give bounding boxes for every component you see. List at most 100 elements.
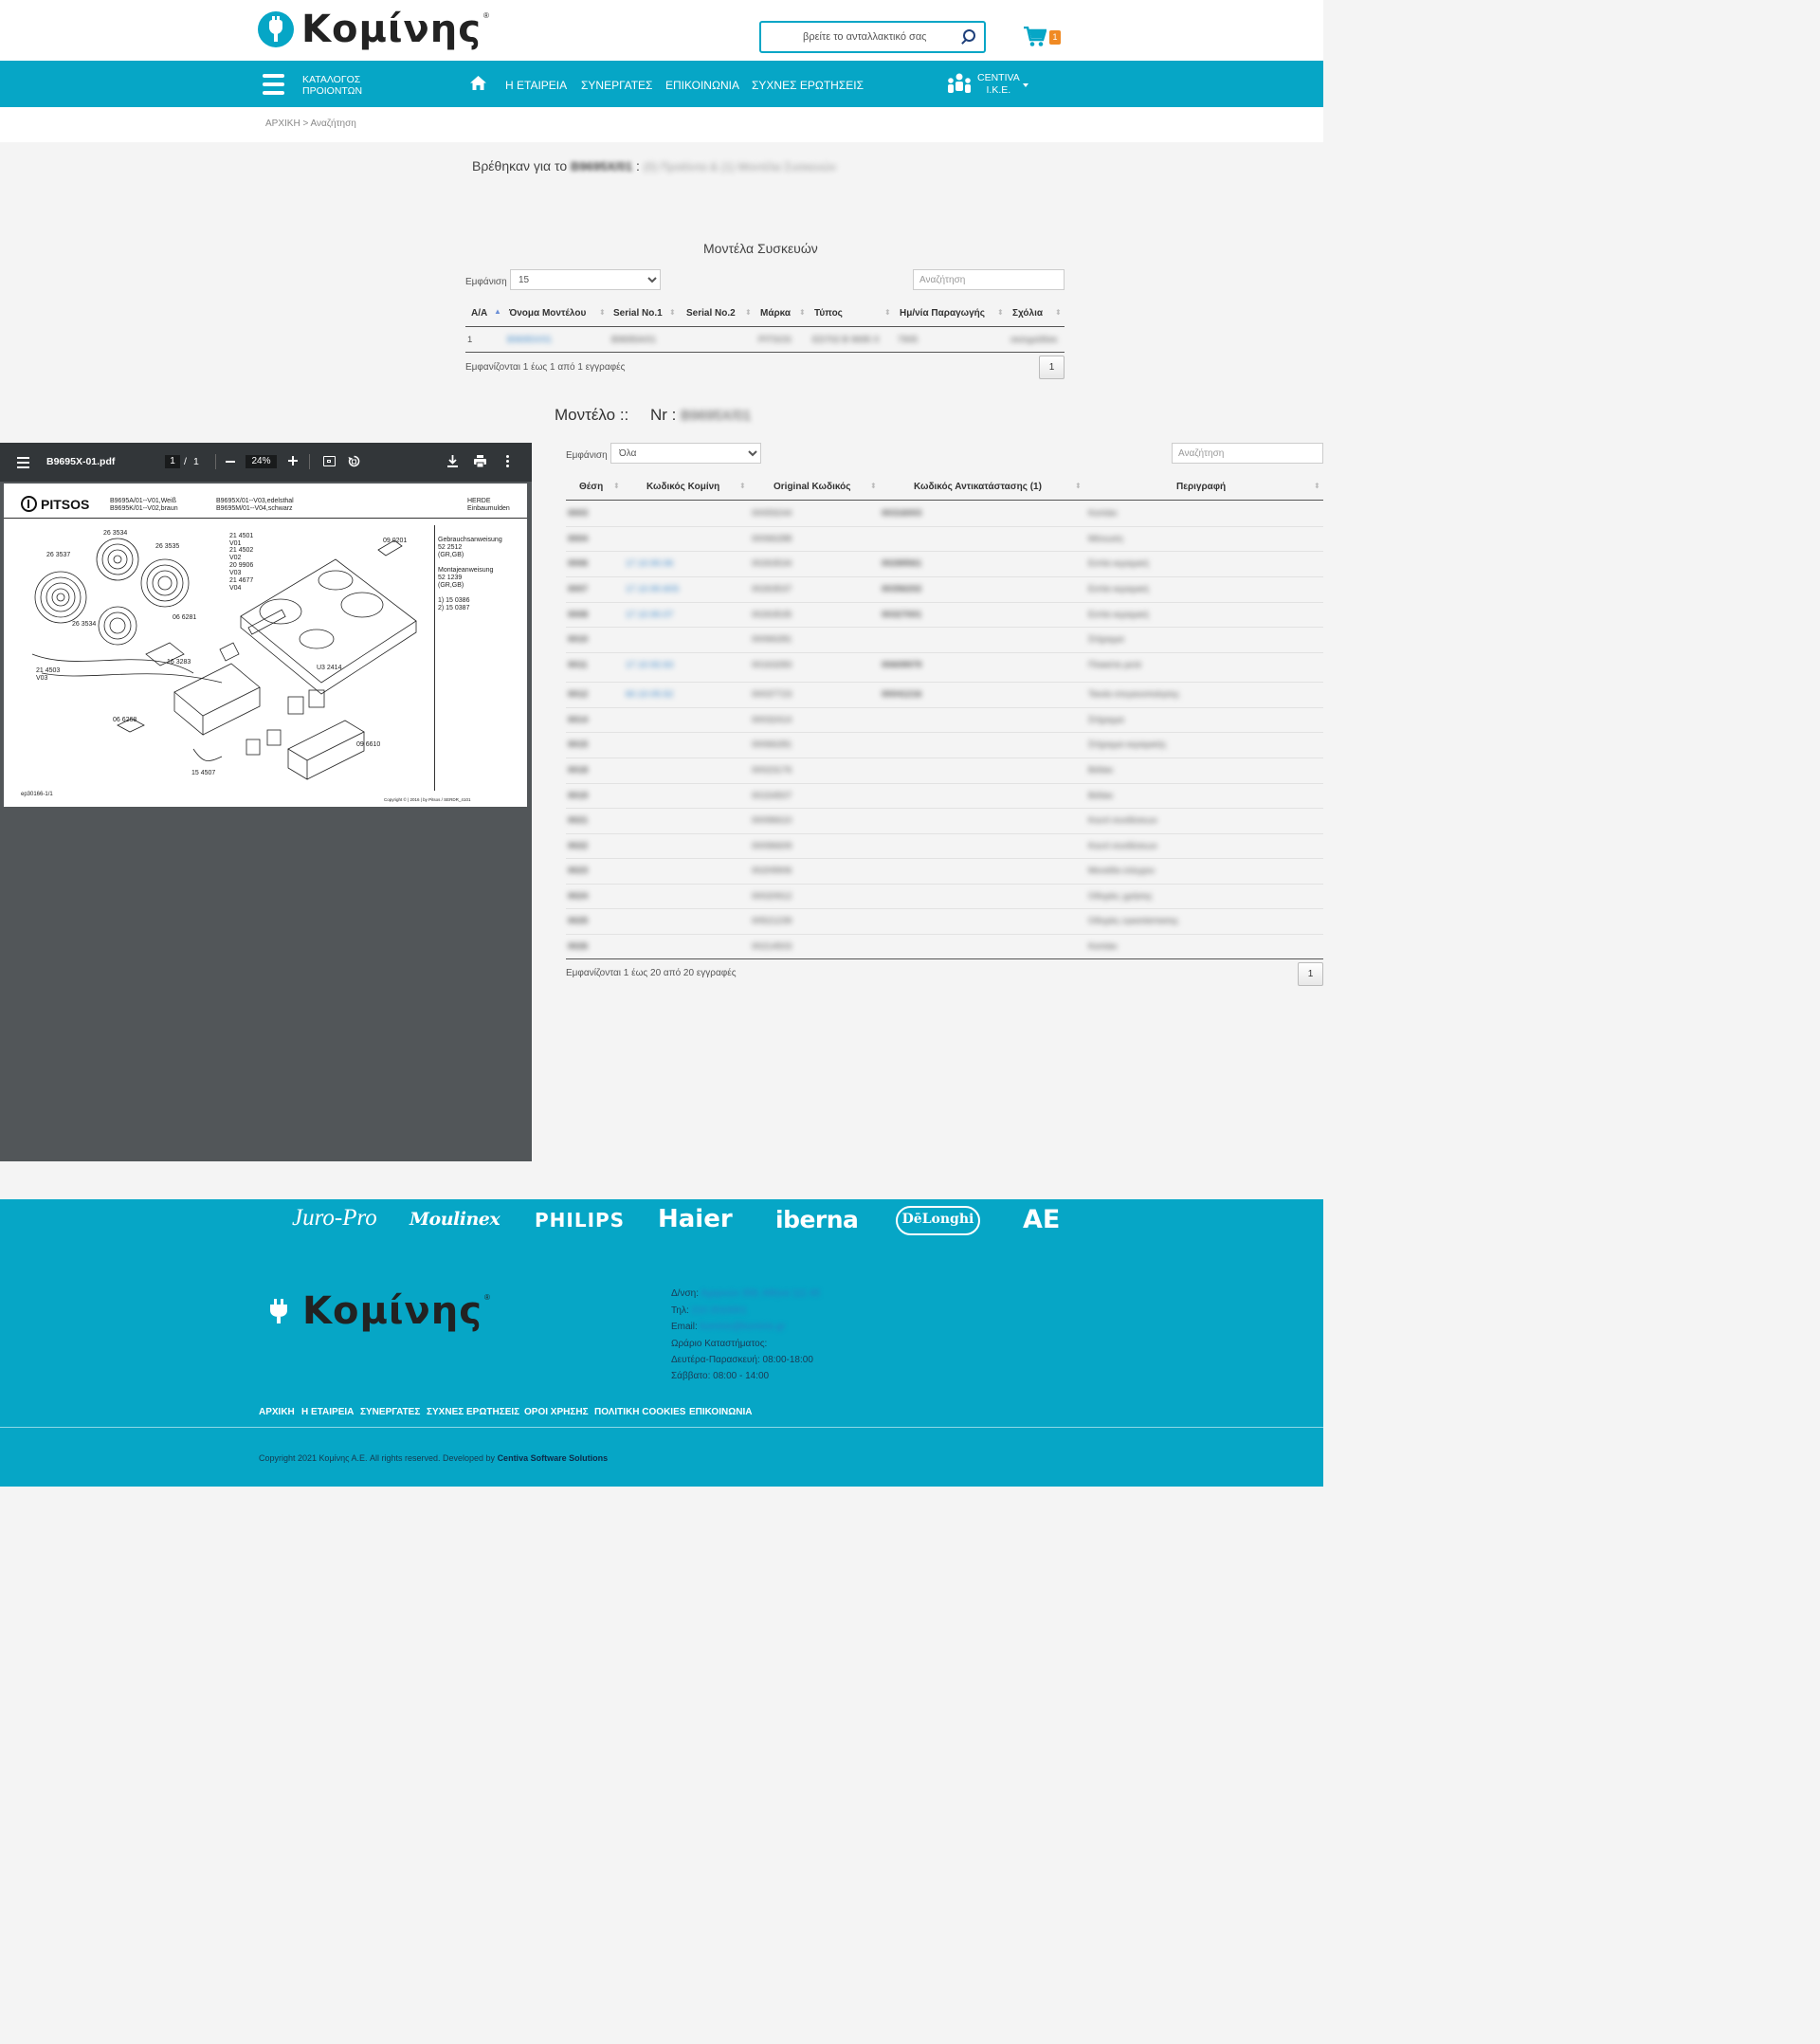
brand-logo-delonghi[interactable]: DēLonghi — [896, 1206, 980, 1235]
part-description: Οδηγίες εγκατάστασης — [1088, 916, 1179, 926]
pdf-zoom-level[interactable]: 24% — [246, 455, 277, 468]
sort-icon[interactable]: ⬍ — [1055, 308, 1062, 317]
sort-icon[interactable]: ⬍ — [1075, 482, 1082, 490]
more-options-icon[interactable] — [506, 455, 509, 467]
footer-link-partners[interactable]: ΣΥΝΕΡΓΑΤΕΣ — [360, 1407, 420, 1417]
sort-icon[interactable]: ⬍ — [739, 482, 746, 490]
parts-col-kominis-code[interactable]: Κωδικός Κομίνη — [646, 482, 719, 492]
parts-search-input[interactable] — [1172, 443, 1323, 464]
models-search-input[interactable] — [913, 269, 1065, 290]
models-col-comments[interactable]: Σχόλια — [1012, 308, 1043, 319]
print-icon[interactable] — [474, 455, 486, 467]
sort-icon[interactable]: ⬍ — [870, 482, 877, 490]
sort-icon[interactable]: ⬍ — [884, 308, 891, 317]
parts-col-replacement-code[interactable]: Κωδικός Αντικατάστασης (1) — [914, 482, 1042, 492]
nav-company[interactable]: Η ΕΤΑΙΡΕΙΑ — [505, 79, 567, 92]
models-col-model-name[interactable]: Όνομα Μοντέλου — [509, 308, 586, 319]
footer-link-faq[interactable]: ΣΥΧΝΕΣ ΕΡΩΤΗΣΕΙΣ — [427, 1407, 519, 1417]
sort-asc-icon[interactable]: ▲ — [494, 307, 501, 316]
models-page-1-button[interactable]: 1 — [1039, 356, 1065, 379]
models-col-serial2[interactable]: Serial No.2 — [686, 308, 736, 319]
models-col-aa[interactable]: Α/Α — [471, 308, 487, 319]
part-kominis-code[interactable]: 17.10.90.60S — [626, 584, 680, 594]
parts-page-1-button[interactable]: 1 — [1298, 962, 1323, 986]
pdf-menu-icon[interactable] — [17, 457, 29, 468]
shopping-cart-icon[interactable] — [1024, 27, 1046, 47]
pdf-page-input[interactable]: 1 — [165, 455, 180, 468]
pdf-doc-line: 52 1239 — [438, 575, 463, 581]
caret-down-icon[interactable] — [1023, 83, 1028, 87]
address-value[interactable]: Αχαρνών 358, Αθήνα 111 45 — [701, 1288, 820, 1299]
parts-col-position[interactable]: Θέση — [579, 482, 603, 492]
parts-col-original-code[interactable]: Original Κωδικός — [774, 482, 850, 492]
part-original-code: 00066288 — [752, 534, 792, 544]
account-menu[interactable]: CENTIVA I.K.E. — [977, 72, 1020, 97]
sort-icon[interactable]: ⬍ — [745, 308, 752, 317]
zoom-in-icon[interactable] — [288, 456, 298, 465]
footer-link-cookies[interactable]: ΠΟΛΙΤΙΚΗ COOKIES — [594, 1407, 685, 1417]
sort-icon[interactable]: ⬍ — [669, 308, 676, 317]
brand-logo-moulinex[interactable]: Moulinex — [410, 1209, 500, 1230]
phone-value[interactable]: 210 2010001 — [692, 1305, 747, 1316]
row-divider — [566, 627, 1323, 628]
brand-logo-ae[interactable]: AE — [1023, 1205, 1060, 1234]
site-search-input[interactable] — [761, 23, 951, 51]
part-replacement-code: 00356202 — [882, 584, 922, 594]
pdf-copyright: Copyright © | 2016 | by Pitsos / SERDR_4… — [384, 797, 471, 802]
models-col-type[interactable]: Τύπος — [814, 308, 843, 319]
pdf-part-label: V03 — [229, 570, 242, 576]
site-logo[interactable]: Κομίνης ® — [258, 8, 489, 51]
brand-logo-juro-pro[interactable]: Juro-Pro — [292, 1205, 377, 1232]
part-kominis-code[interactable]: 60.10.05.52 — [626, 689, 673, 700]
email-value[interactable]: kominis@kominis.gr — [701, 1322, 786, 1332]
footer-link-home[interactable]: ΑΡΧΙΚΗ — [259, 1407, 295, 1417]
part-kominis-code[interactable]: 17.10.90.06 — [626, 558, 673, 569]
models-table-bottom — [465, 352, 1065, 353]
sort-icon[interactable]: ⬍ — [1314, 482, 1320, 490]
part-position: 0008 — [568, 610, 589, 620]
parts-col-description[interactable]: Περιγραφή — [1176, 482, 1226, 492]
footer-link-company[interactable]: Η ΕΤΑΙΡΕΙΑ — [301, 1407, 354, 1417]
part-position: 0011 — [568, 660, 588, 670]
footer-logo[interactable]: Κομίνης ® — [268, 1289, 490, 1333]
product-catalog-menu[interactable]: ΚΑΤΑΛΟΓΟΣ ΠΡΟΙΟΝΤΩΝ — [302, 74, 362, 97]
sort-icon[interactable]: ⬍ — [599, 308, 606, 317]
user-group-icon[interactable] — [946, 73, 973, 96]
sort-icon[interactable]: ⬍ — [613, 482, 620, 490]
brand-logo-haier[interactable]: Haier — [658, 1205, 733, 1233]
pdf-doc-line: Montajeanweisung — [438, 567, 494, 574]
address-label: Δ/νση: — [671, 1288, 699, 1299]
rotate-icon[interactable] — [348, 455, 360, 467]
models-col-serial1[interactable]: Serial No.1 — [613, 308, 663, 319]
developer-link[interactable]: Centiva Software Solutions — [498, 1453, 609, 1463]
download-icon[interactable] — [447, 455, 458, 467]
search-icon[interactable] — [963, 29, 975, 42]
brand-logo-iberna[interactable]: iberna — [775, 1206, 859, 1233]
footer-divider — [0, 1427, 1323, 1428]
models-length-select[interactable]: 15 — [510, 269, 661, 290]
footer-link-contact[interactable]: ΕΠΙΚΟΙΝΩΝΙΑ — [689, 1407, 752, 1417]
nav-faq[interactable]: ΣΥΧΝΕΣ ΕΡΩΤΗΣΕΙΣ — [752, 79, 864, 92]
part-kominis-code[interactable]: 17.10.92.63 — [626, 660, 673, 670]
brand-logo-philips[interactable]: PHILIPS — [535, 1209, 625, 1232]
fit-page-icon[interactable] — [323, 456, 336, 466]
pdf-viewer: B9695X-01.pdf 1 / 1 24% PITSOS B9695A/01… — [0, 443, 532, 1161]
nav-contact[interactable]: ΕΠΙΚΟΙΝΩΝΙΑ — [665, 79, 739, 92]
parts-length-select[interactable]: Όλα — [610, 443, 761, 464]
sort-icon[interactable]: ⬍ — [997, 308, 1004, 317]
pdf-part-label: 26 3535 — [155, 543, 180, 550]
zoom-out-icon[interactable] — [226, 461, 235, 463]
hamburger-menu-icon[interactable] — [263, 74, 284, 95]
models-col-production-date[interactable]: Ημ/νία Παραγωγής — [900, 308, 985, 319]
sort-icon[interactable]: ⬍ — [799, 308, 806, 317]
home-icon[interactable] — [470, 76, 486, 90]
nav-partners[interactable]: ΣΥΝΕΡΓΑΤΕΣ — [581, 79, 652, 92]
breadcrumb[interactable]: ΑΡΧΙΚΗ > Αναζήτηση — [265, 119, 356, 129]
footer-link-terms[interactable]: ΟΡΟΙ ΧΡΗΣΗΣ — [524, 1407, 589, 1417]
models-col-brand[interactable]: Μάρκα — [760, 308, 791, 319]
part-original-code: 00023176 — [752, 765, 792, 776]
part-kominis-code[interactable]: 17.10.90.07 — [626, 610, 673, 620]
model-nr-value: B9695X/01 — [681, 408, 752, 424]
models-cell-model-link[interactable]: B9695X/01 — [507, 335, 552, 345]
part-description: Στήριγμα — [1088, 634, 1124, 645]
